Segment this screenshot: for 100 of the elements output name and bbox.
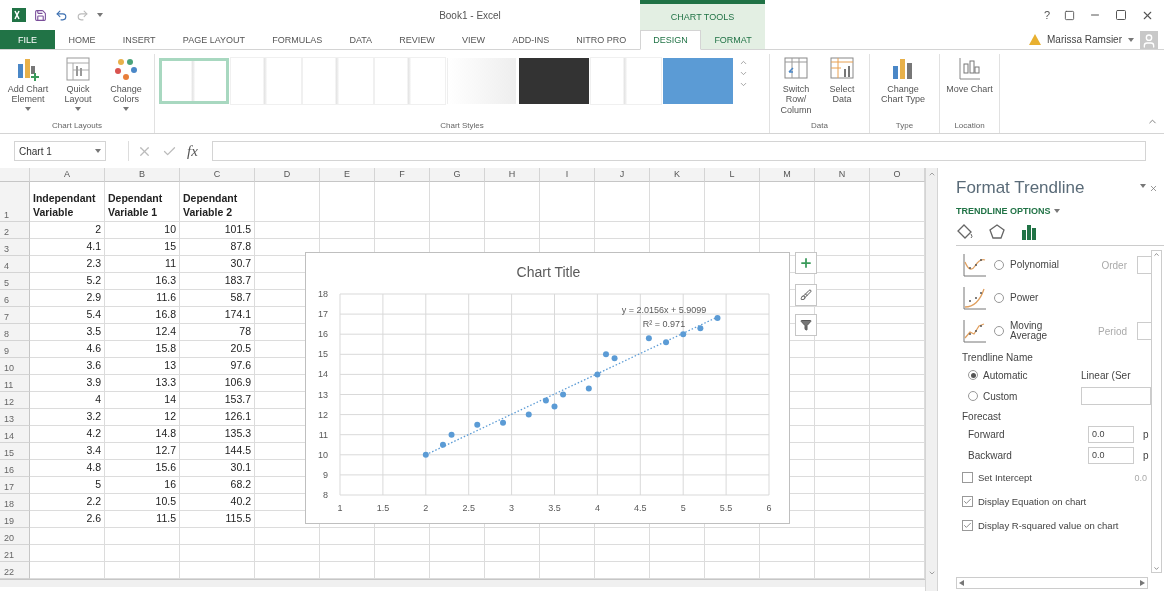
row-header[interactable]: 6 bbox=[0, 290, 30, 307]
row-header[interactable]: 3 bbox=[0, 239, 30, 256]
ribbon-button[interactable]: Quick Layout bbox=[54, 54, 102, 113]
ribbon-button[interactable]: Change Colors bbox=[104, 54, 148, 113]
pane-tab[interactable] bbox=[1020, 222, 1038, 241]
pane-tab[interactable] bbox=[956, 222, 974, 241]
pane-tab[interactable] bbox=[988, 222, 1006, 241]
scroll-right-icon[interactable] bbox=[1140, 580, 1145, 586]
radio-button[interactable] bbox=[994, 293, 1004, 303]
section-dropdown[interactable]: TRENDLINE OPTIONS bbox=[956, 206, 1164, 216]
row-header[interactable]: 2 bbox=[0, 222, 30, 239]
column-header[interactable]: G bbox=[430, 168, 485, 182]
row-header[interactable]: 5 bbox=[0, 273, 30, 290]
checkbox[interactable] bbox=[962, 520, 973, 531]
scroll-down-icon[interactable] bbox=[927, 569, 936, 577]
chart-area[interactable]: Chart Title 8 9 10 11 12 13 14 15 16 17 18 1 1.5 2 2.5 3 3.5 4 4.5 5 5.5 6 y = 2.0156x + 5.9099 R² = 0.971 bbox=[305, 252, 790, 524]
row-header[interactable]: 8 bbox=[0, 324, 30, 341]
row-header[interactable]: 17 bbox=[0, 477, 30, 494]
scroll-down-icon[interactable] bbox=[1153, 565, 1160, 572]
ribbon-button[interactable]: Change Chart Type bbox=[874, 54, 932, 107]
checkbox[interactable] bbox=[962, 496, 973, 507]
column-header[interactable]: E bbox=[320, 168, 375, 182]
ribbon-button[interactable]: Switch Row/ Column bbox=[774, 54, 818, 118]
user-name[interactable]: Marissa Ramsier bbox=[1047, 34, 1122, 45]
name-box[interactable]: Chart 1 bbox=[14, 141, 106, 161]
scroll-down-icon[interactable] bbox=[739, 69, 748, 78]
more-styles-icon[interactable] bbox=[739, 80, 748, 89]
ribbon-button[interactable]: Select Data bbox=[820, 54, 864, 107]
row-header[interactable]: 14 bbox=[0, 426, 30, 443]
redo-icon[interactable] bbox=[76, 8, 89, 22]
row-header[interactable]: 9 bbox=[0, 341, 30, 358]
column-header[interactable]: A bbox=[30, 168, 105, 182]
column-header[interactable]: C bbox=[180, 168, 255, 182]
name-field[interactable] bbox=[1081, 387, 1151, 405]
undo-icon[interactable] bbox=[55, 8, 68, 22]
checkbox[interactable] bbox=[962, 472, 973, 483]
column-header[interactable]: K bbox=[650, 168, 705, 182]
number-field[interactable]: 0.0 bbox=[1088, 425, 1134, 443]
column-header[interactable]: O bbox=[870, 168, 925, 182]
ribbon-tab[interactable]: NITRO PRO bbox=[562, 30, 640, 49]
row-header[interactable]: 22 bbox=[0, 562, 30, 579]
column-header[interactable]: I bbox=[540, 168, 595, 182]
row-header[interactable]: 18 bbox=[0, 494, 30, 511]
row-header[interactable]: 12 bbox=[0, 392, 30, 409]
restore-icon[interactable] bbox=[1064, 9, 1075, 21]
number-field[interactable]: 0.0 bbox=[1088, 446, 1134, 464]
radio-button[interactable] bbox=[968, 391, 978, 401]
column-header[interactable]: D bbox=[255, 168, 320, 182]
vertical-scrollbar[interactable] bbox=[925, 168, 937, 591]
column-header[interactable]: N bbox=[815, 168, 870, 182]
horizontal-scrollbar[interactable] bbox=[956, 577, 1148, 589]
radio-button[interactable] bbox=[994, 260, 1004, 270]
row-header[interactable]: 7 bbox=[0, 307, 30, 324]
select-all-corner[interactable] bbox=[0, 168, 30, 182]
row-header[interactable]: 15 bbox=[0, 443, 30, 460]
chart-style-thumbnail[interactable] bbox=[519, 58, 589, 104]
radio-button[interactable] bbox=[994, 326, 1004, 336]
ribbon-tab[interactable]: FILE bbox=[0, 30, 55, 49]
chart-style-thumbnail[interactable] bbox=[663, 58, 733, 104]
ribbon-tab[interactable]: INSERT bbox=[109, 30, 170, 49]
ribbon-tab[interactable]: DATA bbox=[335, 30, 386, 49]
row-header[interactable]: 16 bbox=[0, 460, 30, 477]
ribbon-tab[interactable]: DESIGN bbox=[640, 30, 702, 50]
user-avatar[interactable] bbox=[1140, 30, 1158, 49]
column-header[interactable]: J bbox=[595, 168, 650, 182]
row-header[interactable]: 13 bbox=[0, 409, 30, 426]
scroll-left-icon[interactable] bbox=[959, 580, 964, 586]
chart-filters-button[interactable] bbox=[795, 314, 817, 336]
ribbon-tab[interactable]: HOME bbox=[55, 30, 110, 49]
ribbon-tab[interactable]: PAGE LAYOUT bbox=[169, 30, 259, 49]
column-header[interactable]: B bbox=[105, 168, 180, 182]
ribbon-tab[interactable]: VIEW bbox=[448, 30, 499, 49]
ribbon-tab[interactable]: ADD-INS bbox=[498, 30, 563, 49]
row-header[interactable]: 10 bbox=[0, 358, 30, 375]
column-header[interactable]: H bbox=[485, 168, 540, 182]
column-header[interactable]: L bbox=[705, 168, 760, 182]
chart-styles-button[interactable] bbox=[795, 284, 817, 306]
column-header[interactable]: F bbox=[375, 168, 430, 182]
row-header[interactable]: 19 bbox=[0, 511, 30, 528]
scroll-up-icon[interactable] bbox=[739, 58, 748, 67]
help-button[interactable]: ? bbox=[1043, 9, 1050, 21]
row-header[interactable]: 1 bbox=[0, 182, 30, 222]
ribbon-button[interactable]: Add Chart Element bbox=[4, 54, 52, 113]
ribbon-button[interactable]: Move Chart bbox=[944, 54, 995, 97]
ribbon-tab[interactable]: FORMULAS bbox=[258, 30, 336, 49]
chart-style-thumbnail[interactable] bbox=[159, 58, 229, 104]
column-header[interactable]: M bbox=[760, 168, 815, 182]
insert-function-button[interactable]: fx bbox=[187, 142, 198, 160]
scroll-up-icon[interactable] bbox=[1153, 251, 1160, 258]
row-header[interactable]: 21 bbox=[0, 545, 30, 562]
chart-elements-button[interactable] bbox=[795, 252, 817, 274]
scroll-up-icon[interactable] bbox=[927, 170, 936, 178]
vertical-scrollbar[interactable] bbox=[1151, 250, 1162, 573]
row-header[interactable]: 4 bbox=[0, 256, 30, 273]
radio-button[interactable] bbox=[968, 370, 978, 380]
maximize-icon[interactable] bbox=[1115, 9, 1127, 21]
ribbon-tab[interactable]: FORMAT bbox=[701, 30, 765, 49]
formula-input[interactable] bbox=[211, 141, 1146, 161]
row-header[interactable]: 20 bbox=[0, 528, 30, 545]
save-icon[interactable] bbox=[34, 8, 47, 22]
